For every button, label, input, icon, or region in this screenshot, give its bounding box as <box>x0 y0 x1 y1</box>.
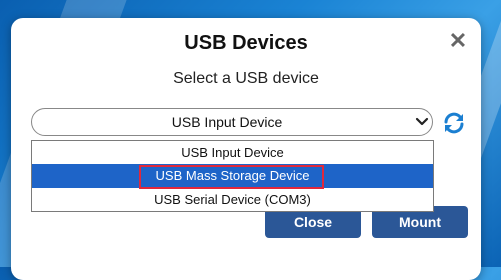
dropdown-option-label: USB Mass Storage Device <box>155 168 310 183</box>
dialog-subtitle: Select a USB device <box>173 70 319 87</box>
usb-device-select[interactable]: USB Input Device <box>31 108 433 136</box>
dropdown-option[interactable]: USB Serial Device (COM3) <box>32 188 433 212</box>
dropdown-option-selected[interactable]: USB Mass Storage Device <box>32 164 433 189</box>
refresh-icon[interactable] <box>442 111 466 135</box>
dialog-title: USB Devices <box>184 32 308 54</box>
close-icon[interactable]: ✕ <box>447 30 469 52</box>
chevron-down-icon <box>415 117 429 126</box>
dropdown-option[interactable]: USB Input Device <box>32 141 433 165</box>
device-dropdown-list: USB Input Device USB Mass Storage Device… <box>31 140 434 212</box>
selected-device-value: USB Input Device <box>171 114 283 130</box>
